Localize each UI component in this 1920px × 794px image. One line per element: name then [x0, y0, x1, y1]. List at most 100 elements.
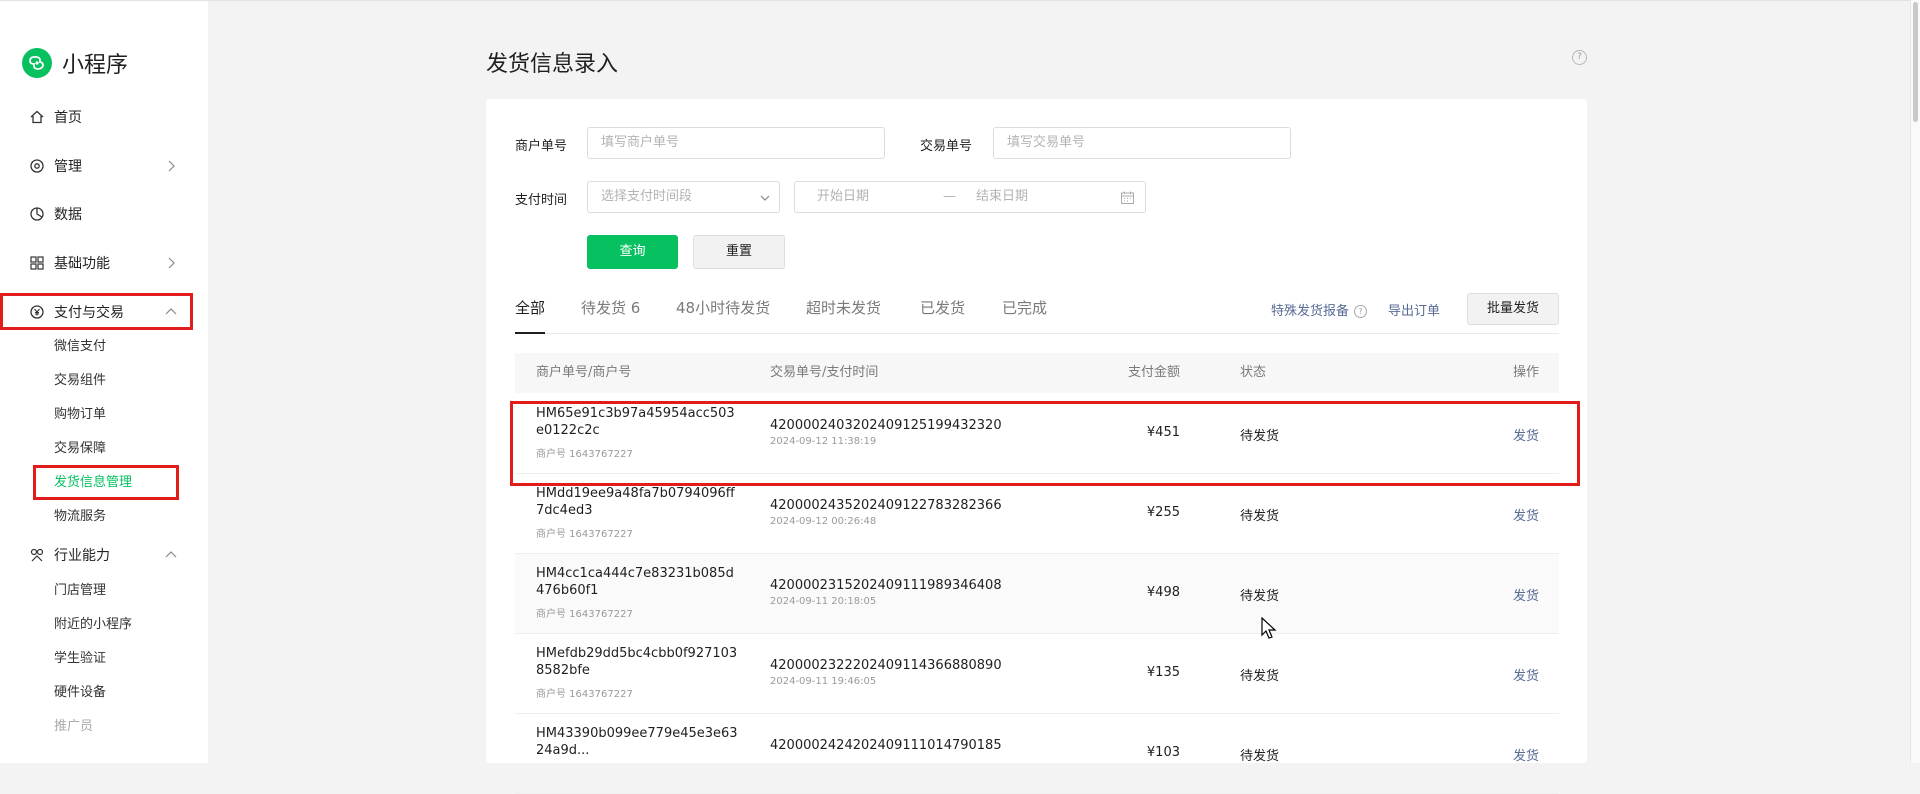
sidebar-subitem-store-manage[interactable]: 门店管理 [54, 581, 106, 601]
sidebar-subitem-nearby-miniprogram[interactable]: 附近的小程序 [54, 615, 132, 635]
help-icon[interactable]: ? [1572, 50, 1587, 65]
txn-no: 4200002322202409114366880890 [770, 658, 1002, 673]
miniprogram-logo-icon [22, 48, 52, 78]
pay-time: 2024-09-12 00:26:48 [770, 516, 877, 527]
pay-time-select[interactable]: 选择支付时间段 [587, 181, 780, 213]
amount: ¥103 [1146, 745, 1180, 760]
ship-button[interactable]: 发货 [1513, 505, 1539, 524]
pay-time: 2024-09-11 20:18:05 [770, 596, 877, 607]
top-border [0, 0, 1920, 1]
tabs-divider [515, 333, 1559, 334]
sidebar-item-basic-functions[interactable]: 基础功能 [0, 246, 208, 280]
merchant-no: HMdd19ee9a48fa7b0794096ff7dc4ed3 [536, 486, 735, 518]
th-status: 状态 [1240, 365, 1267, 380]
sidebar-item-label: 首页 [54, 110, 82, 126]
txn-no-input[interactable]: 填写交易单号 [993, 127, 1291, 159]
window-scrollbar[interactable] [1910, 0, 1920, 763]
table-row: HM65e91c3b97a45954acc503e0122c2c 商户号 1643… [515, 394, 1559, 474]
ship-button[interactable]: 发货 [1513, 425, 1539, 444]
grid-icon [30, 256, 44, 270]
sidebar-subitem-shopping-orders[interactable]: 购物订单 [54, 405, 106, 425]
brand[interactable]: 小程序 [22, 47, 128, 79]
chevron-right-icon [168, 160, 175, 172]
merchant-no-input[interactable]: 填写商户单号 [587, 127, 885, 159]
sidebar-item-manage[interactable]: 管理 [0, 149, 208, 183]
tab-overdue[interactable]: 超时未发货 [806, 297, 881, 318]
sidebar-subitem-hardware[interactable]: 硬件设备 [54, 683, 106, 703]
reset-button[interactable]: 重置 [693, 235, 785, 269]
date-range-picker[interactable]: 开始日期 — 结束日期 [794, 181, 1146, 213]
th-merchant: 商户单号/商户号 [536, 365, 632, 380]
amount: ¥255 [1146, 505, 1180, 520]
batch-ship-button[interactable]: 批量发货 [1467, 293, 1559, 325]
yen-circle-icon [30, 305, 44, 319]
sidebar-item-data[interactable]: 数据 [0, 197, 208, 231]
scrollbar-thumb[interactable] [1913, 2, 1918, 122]
th-op: 操作 [1512, 365, 1539, 380]
gear-icon [30, 159, 44, 173]
txn-no: 4200002424202409111014790185 [770, 738, 1002, 753]
sidebar-item-industry[interactable]: 行业能力 [0, 538, 208, 572]
ship-button[interactable]: 发货 [1513, 745, 1539, 764]
sidebar-item-label: 基础功能 [54, 256, 110, 272]
txn-no: 4200002403202409125199432320 [770, 418, 1002, 433]
home-icon [30, 110, 44, 124]
table-row: HMdd19ee9a48fa7b0794096ff7dc4ed3 商户号 1643… [515, 474, 1559, 554]
query-button[interactable]: 查询 [587, 235, 678, 269]
merchant-id: 商户号 1643767227 [536, 529, 633, 540]
merchant-no-label: 商户单号 [515, 139, 568, 154]
sidebar-subitem-student-verify[interactable]: 学生验证 [54, 649, 106, 669]
export-orders-link[interactable]: 导出订单 [1388, 300, 1440, 319]
chevron-up-icon [165, 308, 177, 315]
txn-no: 4200002435202409122783282366 [770, 498, 1002, 513]
merchant-id: 商户号 1643767227 [536, 689, 633, 700]
table-header: 商户单号/商户号 交易单号/支付时间 支付金额 状态 操作 [515, 353, 1559, 393]
tab-48h-pending[interactable]: 48小时待发货 [676, 297, 770, 318]
sidebar-item-label: 支付与交易 [54, 305, 124, 321]
help-icon: ? [1354, 305, 1368, 318]
sidebar-subitem-trade-component[interactable]: 交易组件 [54, 371, 106, 391]
industry-icon [30, 548, 44, 562]
calendar-icon [1121, 191, 1134, 204]
tab-all[interactable]: 全部 [515, 297, 545, 318]
chart-pie-icon [30, 207, 44, 221]
merchant-id: 商户号 1643767227 [536, 449, 633, 460]
sidebar: 小程序 首页 管理 数据 基础功能 支付与交易 微信支付 交易组件 购物订单 交… [0, 1, 208, 763]
tab-pending-ship[interactable]: 待发货 6 [581, 297, 640, 318]
sidebar-item-payment[interactable]: 支付与交易 [0, 295, 208, 329]
amount: ¥135 [1146, 665, 1180, 680]
th-txn: 交易单号/支付时间 [770, 365, 879, 380]
sidebar-item-label: 数据 [54, 207, 82, 223]
sidebar-subitem-shipping-info[interactable]: 发货信息管理 [54, 473, 132, 493]
tab-active-indicator [515, 332, 545, 334]
sidebar-item-label: 行业能力 [54, 548, 110, 564]
chevron-right-icon [168, 257, 175, 269]
txn-no-label: 交易单号 [920, 139, 973, 154]
ship-button[interactable]: 发货 [1513, 665, 1539, 684]
sidebar-subitem-trade-guarantee[interactable]: 交易保障 [54, 439, 106, 459]
txn-no: 4200002315202409111989346408 [770, 578, 1002, 593]
pay-time: 2024-09-11 19:46:05 [770, 676, 877, 687]
start-date-placeholder: 开始日期 [817, 189, 870, 204]
status: 待发货 [1240, 589, 1280, 604]
end-date-placeholder: 结束日期 [976, 189, 1029, 204]
table-row: HM4cc1ca444c7e83231b085d476b60f1 商户号 1643… [515, 554, 1559, 634]
th-amount: 支付金额 [1127, 365, 1180, 380]
special-report-link[interactable]: 特殊发货报备? [1271, 300, 1368, 319]
tab-shipped[interactable]: 已发货 [920, 297, 965, 318]
merchant-no: HMefdb29dd5bc4cbb0f9271038582bfe [536, 646, 738, 678]
chevron-down-icon [760, 195, 770, 201]
ship-button[interactable]: 发货 [1513, 585, 1539, 604]
amount: ¥498 [1146, 585, 1180, 600]
sidebar-item-home[interactable]: 首页 [0, 100, 208, 134]
tab-completed[interactable]: 已完成 [1002, 297, 1047, 318]
status: 待发货 [1240, 429, 1280, 444]
merchant-id: 商户号 1643767227 [536, 609, 633, 620]
merchant-no: HM65e91c3b97a45954acc503e0122c2c [536, 406, 735, 438]
sidebar-subitem-promoter[interactable]: 推广员 [54, 717, 93, 737]
page-title: 发货信息录入 [486, 52, 619, 77]
pay-time-select-value: 选择支付时间段 [601, 189, 693, 204]
sidebar-subitem-wechat-pay[interactable]: 微信支付 [54, 337, 106, 357]
sidebar-subitem-logistics[interactable]: 物流服务 [54, 507, 106, 527]
table-row: HM43390b099ee779e45e3e6324a9d... 42000024… [515, 714, 1559, 794]
